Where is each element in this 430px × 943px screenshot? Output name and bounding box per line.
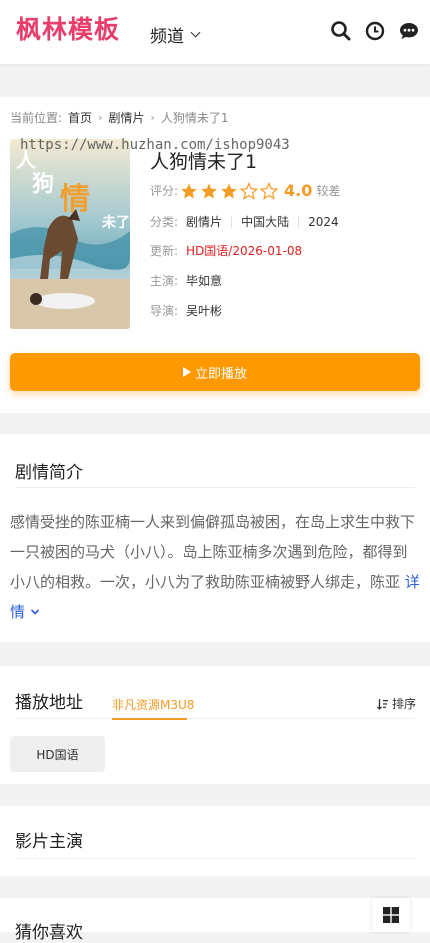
update-label: 更新: xyxy=(150,244,179,258)
channel-label: 频道 xyxy=(150,27,184,47)
category-label: 分类: xyxy=(150,215,179,229)
play-source-card: 播放地址 非凡资源M3U8 排序 HD国语 xyxy=(0,666,430,784)
site-logo[interactable]: 枫林模板 xyxy=(16,10,120,46)
star-empty-icon xyxy=(260,181,279,200)
cast-card: 影片主演 xyxy=(0,806,430,876)
history-icon[interactable] xyxy=(364,20,386,42)
windows-icon-button[interactable] xyxy=(372,898,410,932)
play-source-title: 播放地址 xyxy=(15,693,83,713)
breadcrumb-home[interactable]: 首页 xyxy=(68,109,92,126)
watermark-text: https://www.huzhan.com/ishop9043 xyxy=(20,137,290,153)
synopsis-text: 感情受挫的陈亚楠一人来到偏僻孤岛被困，在岛上求生中救下一只被困的马犬（小八）。岛… xyxy=(10,507,420,627)
video-detail-card: 当前位置: 首页 › 剧情片 › 人狗情未了1 人 狗 情 未了 人狗情未了1 … xyxy=(0,97,430,413)
svg-text:未了: 未了 xyxy=(102,214,130,231)
source-tab-feifan[interactable]: 非凡资源M3U8 xyxy=(112,696,194,713)
breadcrumb-current: 人狗情未了1 xyxy=(160,111,229,125)
cast-value[interactable]: 毕如意 xyxy=(186,272,222,289)
synopsis-card: 剧情简介 感情受挫的陈亚楠一人来到偏僻孤岛被困，在岛上求生中救下一只被困的马犬（… xyxy=(0,434,430,642)
source-tab-underline xyxy=(112,718,187,720)
rating-label: 评分: xyxy=(150,184,179,198)
synopsis-body: 感情受挫的陈亚楠一人来到偏僻孤岛被困，在岛上求生中救下一只被困的马犬（小八）。岛… xyxy=(10,513,416,591)
category-region[interactable]: 中国大陆 xyxy=(241,213,289,230)
star-filled-icon xyxy=(181,183,197,198)
top-header: 枫林模板 频道 xyxy=(0,0,430,64)
rating-desc: 较差 xyxy=(316,184,341,198)
breadcrumb-separator: › xyxy=(98,111,103,124)
rating-row: 评分: 4.0 较差 xyxy=(150,181,340,200)
poster-image[interactable]: 人 狗 情 未了 xyxy=(10,139,130,329)
category-genre[interactable]: 剧情片 xyxy=(186,213,222,230)
episode-button[interactable]: HD国语 xyxy=(10,736,105,772)
divider xyxy=(15,487,415,488)
rating-score: 4.0 xyxy=(284,181,313,200)
channel-menu[interactable]: 频道 xyxy=(150,22,201,47)
sort-button[interactable]: 排序 xyxy=(377,695,416,712)
divider xyxy=(15,858,415,859)
director-value[interactable]: 吴叶彬 xyxy=(186,302,222,319)
rating-stars xyxy=(180,181,279,200)
breadcrumb: 当前位置: 首页 › 剧情片 › 人狗情未了1 xyxy=(10,109,229,126)
search-icon[interactable] xyxy=(330,20,352,42)
update-row: 更新: HD国语/2026-01-08 xyxy=(150,242,302,259)
breadcrumb-category[interactable]: 剧情片 xyxy=(108,109,144,126)
play-now-label: 立即播放 xyxy=(194,366,247,382)
windows-icon xyxy=(383,907,399,923)
chevron-down-icon xyxy=(30,609,39,615)
star-filled-icon xyxy=(221,183,237,198)
play-icon xyxy=(182,367,191,377)
update-value: HD国语/2026-01-08 xyxy=(186,244,303,258)
breadcrumb-separator: › xyxy=(150,111,155,124)
play-now-button[interactable]: 立即播放 xyxy=(10,353,420,391)
cast-row: 主演: 毕如意 xyxy=(150,272,222,289)
chevron-down-icon xyxy=(190,27,201,38)
category-year[interactable]: 2024 xyxy=(308,215,339,229)
recommend-card: 猜你喜欢 xyxy=(0,898,430,943)
divider xyxy=(15,718,415,719)
director-row: 导演: 吴叶彬 xyxy=(150,302,222,319)
message-icon[interactable] xyxy=(398,20,420,42)
svg-text:情: 情 xyxy=(60,182,90,217)
director-label: 导演: xyxy=(150,304,179,318)
star-empty-icon xyxy=(240,181,259,200)
sort-label: 排序 xyxy=(391,697,416,711)
recommend-title: 猜你喜欢 xyxy=(15,923,83,943)
star-filled-icon xyxy=(201,183,217,198)
synopsis-title: 剧情简介 xyxy=(15,463,83,483)
category-row: 分类: 剧情片 中国大陆 2024 xyxy=(150,213,339,230)
svg-text:狗: 狗 xyxy=(32,171,54,197)
sort-icon xyxy=(377,698,388,710)
breadcrumb-prefix: 当前位置: xyxy=(10,111,63,125)
cast-label: 主演: xyxy=(150,274,179,288)
cast-section-title: 影片主演 xyxy=(15,832,83,852)
